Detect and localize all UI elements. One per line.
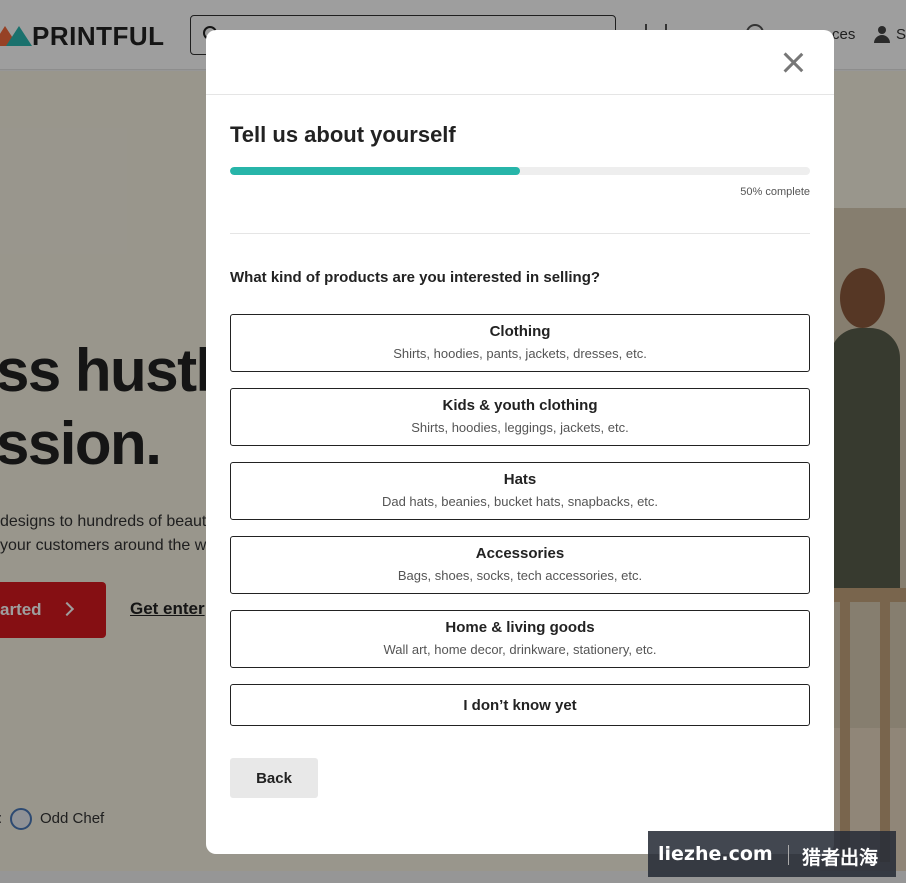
option-kids-youth-clothing[interactable]: Kids & youth clothing Shirts, hoodies, l… — [230, 388, 810, 446]
question-label: What kind of products are you interested… — [230, 269, 601, 286]
divider — [230, 233, 810, 234]
option-subtitle: Shirts, hoodies, leggings, jackets, etc. — [411, 420, 629, 435]
option-subtitle: Dad hats, beanies, bucket hats, snapback… — [381, 494, 659, 509]
option-title: I don’t know yet — [463, 697, 577, 714]
progress-text: 50% complete — [740, 186, 810, 198]
option-title: Hats — [503, 471, 537, 488]
watermark-right-text: 猎者出海 — [802, 847, 879, 869]
option-hats[interactable]: Hats Dad hats, beanies, bucket hats, sna… — [230, 462, 810, 520]
modal-title: Tell us about yourself — [230, 122, 456, 147]
watermark-left-text: liezhe.com — [658, 843, 773, 865]
option-clothing[interactable]: Clothing Shirts, hoodies, pants, jackets… — [230, 314, 810, 372]
back-button[interactable]: Back — [230, 758, 318, 798]
option-title: Clothing — [489, 323, 551, 340]
option-subtitle: Bags, shoes, socks, tech accessories, et… — [397, 568, 643, 583]
close-icon[interactable] — [781, 50, 805, 74]
progress-bar — [230, 167, 810, 175]
option-home-living-goods[interactable]: Home & living goods Wall art, home decor… — [230, 610, 810, 668]
option-accessories[interactable]: Accessories Bags, shoes, socks, tech acc… — [230, 536, 810, 594]
option-dont-know-yet[interactable]: I don’t know yet — [230, 684, 810, 726]
onboarding-modal: Tell us about yourself 50% complete What… — [206, 30, 834, 854]
option-title: Accessories — [475, 545, 565, 562]
watermark-separator — [788, 845, 789, 865]
option-subtitle: Wall art, home decor, drinkware, station… — [383, 642, 657, 657]
watermark: liezhe.com 猎者出海 — [648, 831, 896, 877]
option-title: Home & living goods — [445, 619, 595, 636]
progress-bar-fill — [230, 167, 520, 175]
option-title: Kids & youth clothing — [442, 397, 598, 414]
modal-header — [206, 30, 834, 95]
option-subtitle: Shirts, hoodies, pants, jackets, dresses… — [393, 346, 647, 361]
